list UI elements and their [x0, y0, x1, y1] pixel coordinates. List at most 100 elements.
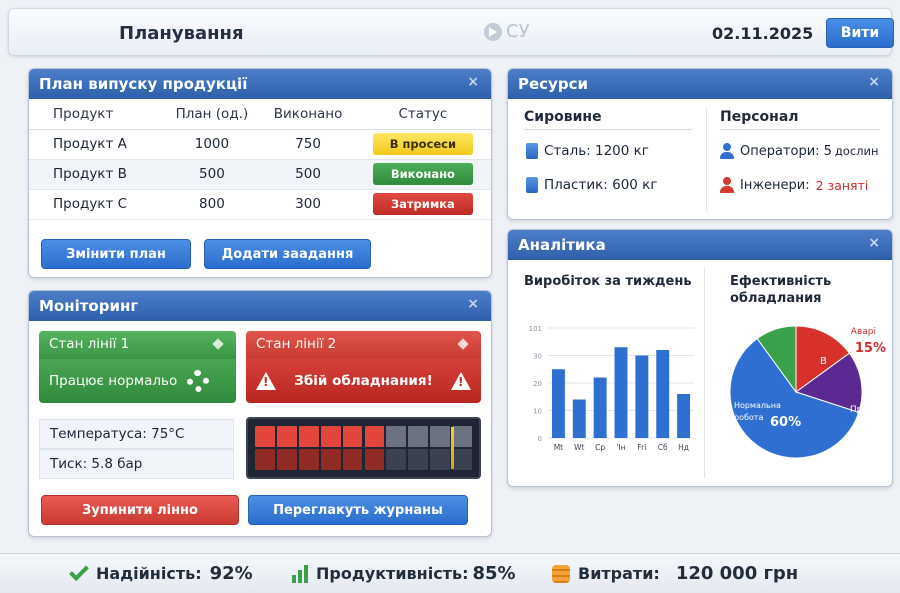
pie-chart-title-2: обладлания	[730, 291, 822, 306]
temperature-readout: Температуса: 75°C	[39, 419, 234, 449]
level-cell	[276, 426, 297, 447]
line-2-tile[interactable]: Стан лінії 2 Збій обладнания!	[246, 331, 481, 403]
bar	[635, 355, 649, 438]
bar	[677, 394, 691, 438]
pie-label: Нормальна	[734, 401, 781, 410]
line-1-status: Працює нормальо	[49, 373, 178, 389]
close-icon[interactable]: ×	[467, 296, 479, 312]
level-cell	[342, 426, 363, 447]
x-tick-label: Wt	[574, 443, 584, 452]
operators-label: Оператори:	[740, 143, 820, 159]
level-marker	[451, 427, 455, 469]
close-icon[interactable]: ×	[868, 74, 880, 90]
y-tick-label: 10	[533, 408, 542, 416]
warning-icon	[256, 372, 276, 390]
column-header: Статус	[354, 99, 491, 130]
line-1-tile[interactable]: Стан лінії 1 Працює нормальо	[39, 331, 236, 403]
diamond-icon	[457, 338, 469, 350]
reliability-stat: Надійність: 92%	[69, 560, 253, 584]
panel-title: План випуску продукції	[39, 75, 248, 93]
productivity-value: 85%	[472, 563, 516, 584]
material-icon	[526, 177, 538, 193]
product-cell: Продукт A	[29, 129, 163, 160]
y-tick-label: 101	[529, 325, 542, 333]
level-cell	[430, 449, 451, 470]
panel-title: Моніторинг	[39, 297, 139, 315]
level-cell	[298, 449, 319, 470]
status-badge: В просеси	[372, 133, 473, 155]
staff-title: Персонал	[720, 109, 799, 125]
table-row[interactable]: Продукт C 800 300 Затримка	[29, 189, 491, 220]
panel-title: Ресурси	[518, 75, 588, 93]
steel-item: Сталь: 1200 кг	[526, 143, 649, 159]
panel-header: Моніторинг ×	[29, 291, 491, 321]
line-1-title: Стан лінії 1	[49, 336, 130, 352]
y-tick-label: 0	[538, 435, 542, 443]
engineers-item: Інженери: 2 заняті	[720, 177, 868, 193]
status-cell: В просеси	[354, 129, 491, 160]
level-cell	[255, 449, 275, 470]
gear-icon	[187, 370, 210, 392]
change-plan-button[interactable]: Змінити план	[41, 239, 191, 269]
costs-label: Витрати:	[578, 564, 660, 583]
exit-button[interactable]: Вити	[826, 18, 894, 48]
status-badge: Затримка	[372, 193, 473, 215]
done-cell: 750	[261, 129, 355, 160]
engineers-label: Інженери:	[740, 177, 810, 193]
pie-label: робота	[734, 413, 763, 422]
table-row[interactable]: Продукт A 1000 750 В просеси	[29, 129, 491, 160]
x-tick-label: Сб	[658, 443, 668, 452]
resources-panel: Ресурси × Сировине Персонал Сталь: 1200 …	[507, 68, 893, 220]
pressure-readout: Тиск: 5.8 бар	[39, 449, 234, 479]
steel-text: Сталь: 1200 кг	[544, 143, 649, 159]
table-row[interactable]: Продукт B 500 500 Виконано	[29, 159, 491, 190]
divider	[524, 129, 692, 130]
panel-header: План випуску продукції ×	[29, 69, 491, 99]
level-cell	[408, 449, 429, 470]
plan-table: Продукт План (од.) Виконано Статус Проду…	[29, 99, 491, 220]
top-bar: Планування СУ 02.11.2025 Вити	[8, 8, 894, 56]
level-cell	[364, 426, 385, 447]
pie-label: Простої	[850, 405, 887, 415]
status-bar: Надійність: 92% Продуктивність: 85% Витр…	[0, 553, 900, 593]
bar	[572, 399, 586, 438]
x-tick-label: 'Iн	[616, 443, 625, 452]
add-task-button[interactable]: Додати заадання	[204, 239, 371, 269]
coins-icon	[552, 564, 570, 583]
pie-chart-title-1: Ефективність	[730, 274, 832, 289]
done-cell: 500	[261, 159, 355, 190]
x-tick-label: Ср	[595, 443, 605, 452]
reliability-label: Надійність:	[96, 564, 202, 583]
view-logs-button[interactable]: Переглакуть журнаны	[248, 495, 468, 525]
costs-value: 120 000 грн	[675, 563, 799, 584]
reliability-value: 92%	[209, 563, 253, 584]
plan-cell: 1000	[162, 129, 262, 160]
analytics-panel: Аналітика × Виробіток за тиждень Ефектив…	[507, 229, 893, 487]
pie-label: 15%	[855, 341, 886, 356]
bar	[656, 350, 670, 438]
tile-body: Збій обладнания!	[246, 359, 481, 403]
product-cell: Продукт C	[29, 189, 163, 220]
bar	[614, 347, 628, 438]
level-indicator	[246, 417, 481, 479]
person-icon	[720, 177, 734, 193]
level-cell	[320, 449, 341, 470]
close-icon[interactable]: ×	[868, 235, 880, 251]
level-cell	[430, 426, 451, 447]
close-icon[interactable]: ×	[467, 74, 479, 90]
raw-materials-title: Сировине	[524, 109, 602, 125]
stop-line-button[interactable]: Зупинити лінно	[41, 495, 239, 525]
level-cell	[255, 426, 275, 447]
pie-label: 15%	[855, 419, 886, 434]
panel-header: Аналітика ×	[508, 230, 892, 260]
productivity-stat: Продуктивність: 85%	[292, 563, 516, 584]
level-cell	[386, 449, 407, 470]
level-cell	[452, 449, 472, 470]
bar	[551, 369, 565, 438]
status-cell: Виконано	[354, 159, 491, 190]
logo-text: СУ	[506, 21, 530, 42]
level-cell	[408, 426, 429, 447]
level-cell	[342, 449, 363, 470]
tile-header: Стан лінії 1	[39, 331, 236, 359]
level-cell	[364, 449, 385, 470]
